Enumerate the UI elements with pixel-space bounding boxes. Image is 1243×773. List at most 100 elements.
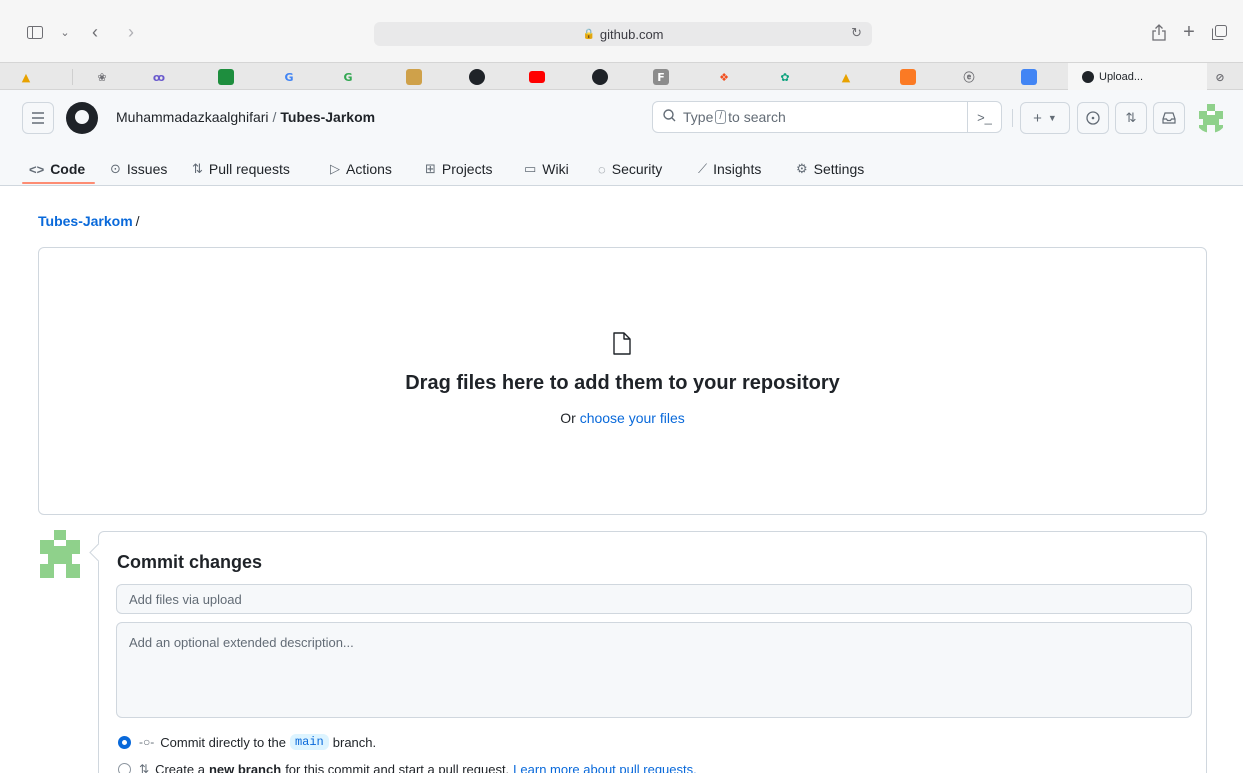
commit-description-textarea[interactable] [116, 622, 1192, 718]
favicon-github-2[interactable] [592, 69, 608, 85]
create-new-button[interactable]: + ▼ [1020, 102, 1070, 134]
commit-avatar [38, 530, 82, 578]
git-commit-icon: -○- [139, 735, 155, 749]
chevron-down-icon[interactable]: ⌄ [58, 20, 72, 44]
favicon-figma[interactable]: ❖ [716, 69, 732, 85]
favicon-openai[interactable]: ❀ [94, 69, 110, 85]
branch-name-pill: main [289, 734, 329, 750]
share-icon[interactable] [1150, 20, 1168, 44]
tab-insights[interactable]: ⟋ Insights [698, 158, 761, 180]
commit-changes-box: Commit changes -○- Commit directly to th… [98, 531, 1207, 773]
new-suffix: for this commit and start a pull request… [285, 761, 510, 773]
tab-pull-requests[interactable]: ⇅ Pull requests [192, 158, 290, 180]
commit-new-branch-radio[interactable] [118, 762, 131, 773]
issue-icon: ⊙ [110, 161, 121, 176]
user-avatar[interactable] [1195, 101, 1227, 133]
code-icon: <> [29, 161, 45, 177]
commit-new-branch-option[interactable]: ⇅ Create a new branch for this commit an… [118, 760, 697, 773]
file-icon [613, 332, 631, 355]
tab-code[interactable]: <> Code [29, 158, 85, 180]
pull-request-icon: ⇅ [139, 762, 150, 773]
tab-label: Wiki [542, 161, 569, 177]
breadcrumb-repo-link[interactable]: Tubes-Jarkom [38, 213, 133, 229]
tab-label: Insights [713, 161, 762, 177]
favicon-chatgpt[interactable]: ✿ [777, 69, 793, 85]
favicon-f[interactable]: F [653, 69, 669, 85]
repo-breadcrumb: Muhammadazkaalghifari / Tubes-Jarkom [116, 109, 375, 125]
active-tab[interactable]: Upload... [1068, 63, 1207, 90]
header-divider [1012, 109, 1013, 127]
selected-tab-underline [22, 182, 95, 184]
choose-files-link[interactable]: choose your files [580, 410, 685, 426]
repo-nav: <> Code ⊙ Issues ⇅ Pull requests ▷ Actions ⊞… [0, 152, 1243, 186]
tab-label: Code [50, 161, 86, 177]
reload-icon[interactable]: ↻ [851, 25, 862, 41]
favicon-pma-2[interactable]: ▲ [838, 69, 854, 85]
command-palette-icon[interactable]: >_ [967, 102, 1001, 132]
favicon-github-1[interactable] [469, 69, 485, 85]
github-logo-icon[interactable] [66, 102, 98, 134]
tab-issues[interactable]: ⊙ Issues [110, 158, 167, 180]
table-icon: ⊞ [425, 161, 436, 176]
favicon-edge[interactable]: ⓔ [961, 69, 977, 85]
gear-icon: ⚙ [796, 161, 808, 176]
search-suffix: to search [728, 109, 786, 125]
menu-icon[interactable] [22, 102, 54, 134]
favicon-campus[interactable] [406, 69, 422, 85]
favicon-pma-1[interactable]: ▲ [18, 69, 34, 85]
breadcrumb-separator: / [272, 109, 277, 125]
new-tab-icon[interactable]: + [1180, 20, 1198, 44]
browser-toolbar: ⌄ ‹ › 🔒 github.com ↻ + [0, 0, 1243, 62]
sidebar-toggle-icon[interactable] [26, 20, 44, 44]
new-branch-bold: new branch [208, 761, 282, 773]
tab-security[interactable]: ◌ Security [598, 158, 662, 180]
favicon-figma-bank[interactable]: ꝏ [151, 69, 167, 85]
active-tab-label: Upload... [1099, 70, 1144, 83]
pull-requests-icon[interactable]: ⇅ [1115, 102, 1147, 134]
dropzone-or-text: Or [560, 410, 576, 426]
favicon-xampp[interactable] [900, 69, 916, 85]
favicon-google-2[interactable]: G [340, 69, 356, 85]
repo-link[interactable]: Tubes-Jarkom [280, 109, 375, 125]
tab-label: Issues [126, 161, 168, 177]
tab-overview-icon[interactable] [1210, 20, 1228, 44]
learn-more-pull-requests-link[interactable]: Learn more about pull requests. [513, 762, 697, 773]
back-icon[interactable]: ‹ [86, 20, 104, 44]
issues-icon[interactable] [1077, 102, 1109, 134]
book-icon: ▭ [524, 161, 537, 176]
tab-settings[interactable]: ⚙ Settings [796, 158, 864, 180]
chevron-down-icon: ▼ [1047, 113, 1057, 123]
commit-direct-radio[interactable] [118, 735, 131, 749]
tab-wiki[interactable]: ▭ Wiki [524, 158, 569, 180]
tab-projects[interactable]: ⊞ Projects [425, 158, 492, 180]
favorites-bar: ▲ ❀ ꝏ G G F ❖ ✿ ▲ ⓔ Upload... ⊘ [0, 62, 1243, 90]
commit-title: Commit changes [117, 552, 263, 572]
owner-link[interactable]: Muhammadazkaalghifari [116, 109, 269, 125]
forward-icon[interactable]: › [122, 20, 140, 44]
github-header: Muhammadazkaalghifari / Tubes-Jarkom Type … [0, 90, 1243, 186]
breadcrumb: Tubes-Jarkom / [38, 213, 140, 229]
tab-label: Pull requests [208, 161, 290, 177]
address-bar[interactable]: 🔒 github.com ↻ [374, 22, 872, 46]
search-input[interactable]: Type / to search >_ [652, 101, 1002, 133]
favicon-google-1[interactable]: G [281, 69, 297, 85]
graph-icon: ⟋ [698, 161, 708, 176]
tab-actions[interactable]: ▷ Actions [330, 158, 392, 180]
inbox-icon[interactable] [1153, 102, 1185, 134]
breadcrumb-separator: / [135, 213, 140, 229]
favicon-docs[interactable] [1021, 69, 1037, 85]
search-prefix: Type [683, 109, 714, 125]
github-favicon-icon [1082, 70, 1094, 83]
favicon-classroom[interactable] [218, 69, 234, 85]
dropzone-title: Drag files here to add them to your repo… [405, 372, 840, 394]
favicon-youtube[interactable] [529, 71, 545, 83]
compass-icon[interactable]: ⊘ [1212, 69, 1228, 85]
play-icon: ▷ [330, 161, 340, 176]
tab-label: Settings [813, 161, 865, 177]
url-text: github.com [599, 26, 664, 42]
commit-summary-input[interactable] [116, 584, 1192, 614]
search-shortcut-key: / [715, 110, 727, 124]
tab-label: Actions [346, 161, 392, 177]
commit-direct-option[interactable]: -○- Commit directly to the main branch. [118, 733, 376, 751]
file-dropzone[interactable]: Drag files here to add them to your repo… [38, 247, 1207, 515]
